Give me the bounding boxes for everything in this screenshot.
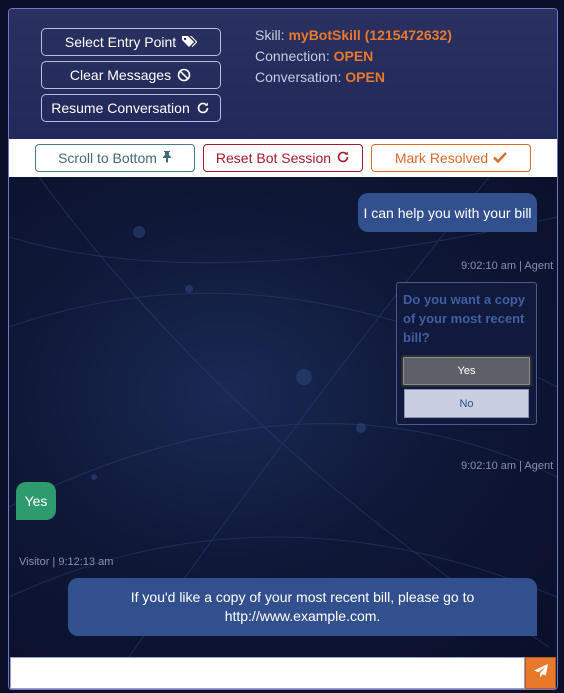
refresh-icon [336,150,350,167]
mark-resolved-button[interactable]: Mark Resolved [371,144,531,172]
clear-messages-label: Clear Messages [69,67,172,83]
conversation-info: Conversation: OPEN [255,69,385,85]
message-timestamp: Visitor | 9:12:13 am [19,556,114,568]
send-button[interactable] [525,657,556,689]
clear-messages-button[interactable]: Clear Messages [41,61,221,89]
scroll-to-bottom-label: Scroll to Bottom [58,150,157,166]
message-timestamp: 9:02:10 am | Agent [461,260,554,272]
visitor-message: Yes [16,482,56,520]
quick-reply-no-button[interactable]: No [404,389,529,418]
chat-toolbar: Scroll to Bottom Reset Bot Session Mark … [9,139,557,177]
agent-message: If you'd like a copy of your most recent… [68,578,537,636]
skill-value: myBotSkill (1215472632) [288,27,452,43]
agent-message-text: If you'd like a copy of your most recent… [130,589,475,624]
message-list[interactable]: I can help you with your bill 9:02:10 am… [9,177,557,657]
refresh-icon [195,100,211,116]
connection-status: OPEN [333,48,374,64]
scroll-to-bottom-button[interactable]: Scroll to Bottom [35,144,195,172]
skill-info: Skill: myBotSkill (1215472632) [255,27,452,43]
conversation-label: Conversation: [255,69,342,85]
paper-plane-icon [533,663,549,684]
thumbtack-icon [162,150,172,166]
resume-conversation-button[interactable]: Resume Conversation [41,94,221,122]
agent-message-text: I can help you with your bill [363,204,532,221]
connection-info: Connection: OPEN [255,48,373,64]
chat-widget: Select Entry Point Clear Messages Resume… [8,8,558,690]
select-entry-point-label: Select Entry Point [64,34,177,50]
message-timestamp: 9:02:10 am | Agent [461,460,554,472]
reset-bot-session-label: Reset Bot Session [215,150,332,166]
skill-label: Skill: [255,27,285,43]
select-entry-point-button[interactable]: Select Entry Point [41,28,221,56]
quick-reply-yes-button[interactable]: Yes [401,355,532,387]
check-icon [493,150,508,166]
tags-icon [181,34,198,50]
visitor-message-text: Yes [24,493,48,509]
composer [9,657,557,689]
mark-resolved-label: Mark Resolved [394,150,489,166]
conversation-status: OPEN [345,69,385,85]
quick-reply-card: Do you want a copy of your most recent b… [396,282,537,425]
reset-bot-session-button[interactable]: Reset Bot Session [203,144,363,172]
ban-icon [176,67,192,83]
message-input[interactable] [10,657,525,689]
widget-header: Select Entry Point Clear Messages Resume… [9,9,557,139]
connection-label: Connection: [255,48,330,64]
agent-message: I can help you with your bill [358,193,537,232]
resume-conversation-label: Resume Conversation [51,100,190,116]
quick-reply-question: Do you want a copy of your most recent b… [403,292,526,345]
